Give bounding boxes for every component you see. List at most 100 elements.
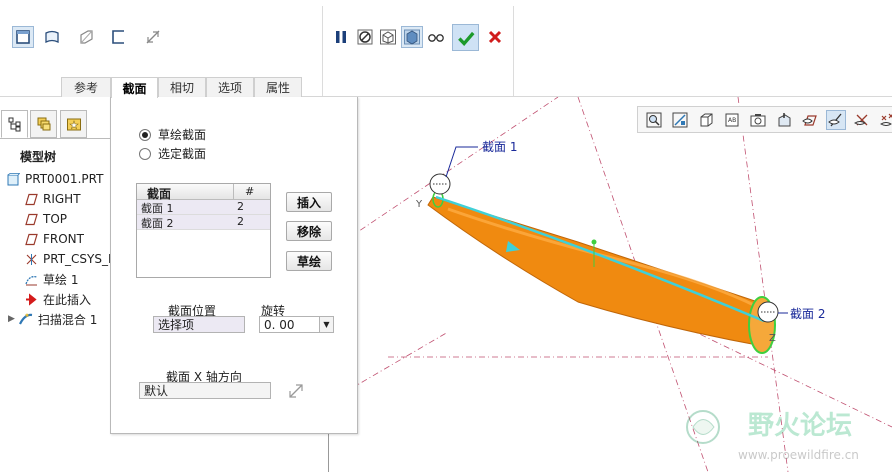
datum-plane-display-icon[interactable]	[826, 110, 846, 130]
glasses-icon[interactable]	[425, 26, 447, 48]
ok-check-icon[interactable]	[452, 24, 479, 51]
preview-geometry-icon[interactable]	[377, 26, 399, 48]
watermark-url: www.proewildfire.cn	[738, 448, 859, 462]
tree-item-label: 扫描混合 1	[37, 312, 98, 327]
insert-button[interactable]: 插入	[286, 192, 332, 212]
tab-options[interactable]: 选项	[206, 77, 254, 97]
tree-item-label: TOP	[43, 212, 68, 226]
point-display-icon[interactable]	[878, 110, 892, 130]
csys-icon	[24, 252, 38, 266]
favorites-tab[interactable]	[60, 110, 87, 138]
rotation-input[interactable]: 0. 00 ▼	[259, 316, 334, 333]
insert-arrow-icon	[24, 292, 38, 306]
field-value: 0. 00	[264, 317, 295, 332]
graphics-window[interactable]: 截面 1 截面 2 Y Z 野火论坛 www.proewildfire.cn	[328, 97, 892, 472]
tree-item-sweep-blend[interactable]: ▶ 扫描混合 1	[8, 309, 97, 329]
cancel-x-icon[interactable]	[484, 26, 506, 48]
no-preview-icon[interactable]	[354, 26, 376, 48]
tree-item-label: PRT_CSYS_D	[43, 252, 118, 266]
tree-item-label: FRONT	[43, 232, 84, 246]
tree-item-csys[interactable]: PRT_CSYS_D	[24, 249, 117, 269]
radio-label: 草绘截面	[158, 128, 207, 142]
tree-item-label: 在此插入	[43, 292, 92, 307]
model-tree-panel: 模型树 PRT0001.PRT RIGHT TOP FRONT PRT_CSYS…	[0, 110, 117, 472]
radio-dot	[139, 128, 151, 141]
callout-2-label: 截面 2	[790, 307, 825, 321]
datum-axis-display-icon[interactable]	[852, 110, 872, 130]
chevron-down-icon[interactable]: ▼	[319, 317, 333, 332]
sections-panel: 草绘截面 选定截面 截面 # 截面 1 2 截面 2 2 插入 移除 草绘 截面…	[110, 97, 358, 434]
tab-sections[interactable]: 截面	[111, 77, 158, 98]
section-x-axis-field[interactable]: 默认	[139, 382, 271, 399]
normal-marker-dot	[591, 239, 597, 245]
radio-selected-sections[interactable]: 选定截面	[139, 145, 206, 162]
layers-tab[interactable]	[30, 110, 57, 138]
expand-arrow-icon[interactable]: ▶	[8, 314, 15, 324]
model-tree-title: 模型树	[20, 150, 57, 164]
datum-plane-icon	[24, 192, 38, 206]
table-row[interactable]: 截面 2 2	[137, 215, 270, 230]
model-tree-icon	[8, 117, 20, 132]
table-row[interactable]: 截面 1 2	[137, 200, 270, 215]
section-position-field[interactable]: 选择项	[153, 316, 245, 333]
ribbon-separator	[513, 6, 514, 96]
saved-views-icon[interactable]	[748, 110, 768, 130]
field-value: 默认	[144, 384, 169, 398]
sketch-icon	[24, 272, 38, 286]
radio-dot	[139, 147, 151, 160]
view-manager-icon[interactable]	[774, 110, 794, 130]
tab-tangency[interactable]: 相切	[158, 77, 206, 97]
column-header-count: #	[245, 185, 255, 198]
tab-references[interactable]: 参考	[61, 77, 111, 97]
favorites-icon	[66, 118, 81, 131]
tree-item-part[interactable]: PRT0001.PRT	[6, 169, 103, 189]
tree-item-insert-here[interactable]: 在此插入	[24, 289, 91, 309]
ribbon-separator	[322, 6, 323, 96]
tab-properties[interactable]: 属性	[254, 77, 302, 97]
repaint-icon[interactable]	[696, 110, 716, 130]
table-cell: 截面 1	[141, 202, 174, 215]
radio-sketched-sections[interactable]: 草绘截面	[139, 126, 206, 143]
part-icon	[6, 172, 20, 186]
layers-icon	[37, 117, 50, 131]
tree-item-sketch[interactable]: 草绘 1	[24, 269, 78, 289]
model-tree-tab[interactable]	[1, 110, 28, 138]
datum-plane-icon	[24, 232, 38, 246]
verify-icon[interactable]	[401, 26, 423, 48]
radio-label: 选定截面	[158, 147, 207, 161]
tree-item-label: PRT0001.PRT	[25, 172, 104, 186]
axis-label-y: Y	[415, 199, 423, 210]
tree-item-right[interactable]: RIGHT	[24, 189, 81, 209]
table-cell: 截面 2	[141, 217, 174, 230]
sweep-blend-icon	[18, 312, 33, 326]
table-header: 截面 #	[137, 184, 270, 201]
feature-dashboard: 参考 截面 相切 选项 属性	[0, 0, 892, 98]
datum-plane-icon	[24, 212, 38, 226]
svg-text:AB: AB	[728, 117, 736, 124]
view-toolbar: AB	[637, 106, 892, 133]
solid-icon[interactable]	[12, 26, 34, 48]
tree-item-front[interactable]: FRONT	[24, 229, 84, 249]
tree-item-label: RIGHT	[43, 192, 81, 206]
pause-icon[interactable]	[330, 26, 352, 48]
field-value: 选择项	[158, 318, 195, 332]
tree-item-top[interactable]: TOP	[24, 209, 67, 229]
column-divider	[233, 184, 234, 200]
table-cell: 2	[237, 215, 244, 228]
display-style-icon[interactable]: AB	[722, 110, 742, 130]
refit-icon[interactable]	[644, 110, 664, 130]
surface-icon[interactable]	[41, 26, 63, 48]
sketch-button[interactable]: 草绘	[286, 251, 332, 271]
axis-label-z: Z	[769, 333, 776, 344]
remove-button[interactable]: 移除	[286, 221, 332, 241]
annotation-icon[interactable]	[800, 110, 820, 130]
open-end-icon[interactable]	[108, 26, 130, 48]
remove-material-icon[interactable]	[142, 26, 164, 48]
flip-direction-icon[interactable]	[287, 382, 305, 400]
watermark: 野火论坛 www.proewildfire.cn	[686, 410, 859, 462]
thin-icon[interactable]	[75, 26, 97, 48]
sections-table: 截面 # 截面 1 2 截面 2 2	[136, 183, 271, 278]
callout-1-label: 截面 1	[482, 140, 517, 154]
watermark-title: 野火论坛	[748, 411, 852, 441]
zoom-in-icon[interactable]	[670, 110, 690, 130]
